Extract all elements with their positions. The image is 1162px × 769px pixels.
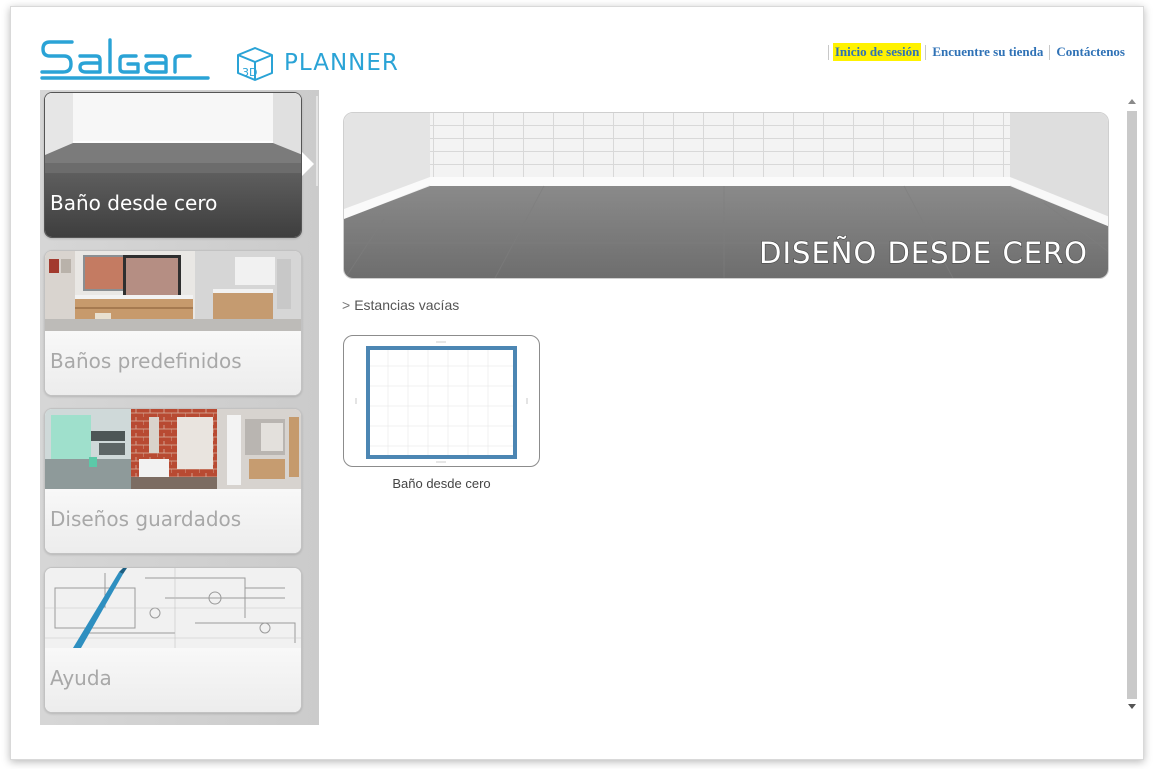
nav-separator [827,44,829,60]
empty-room-tile[interactable] [343,335,540,467]
sidebar: Baño desde cero Baños predefinidos Diseñ… [40,90,319,725]
sidebar-item-banos-predefinidos[interactable]: Baños predefinidos [44,250,302,396]
vertical-scrollbar[interactable] [1124,97,1138,714]
3d-cube-icon: 3D [237,47,273,81]
sidebar-item-label: Baño desde cero [45,173,301,237]
sidebar-item-label: Diseños guardados [45,489,301,553]
salgar-logo-icon [40,38,210,80]
login-link[interactable]: Inicio de sesión [832,43,922,61]
top-navigation: Inicio de sesión Encuentre su tienda Con… [827,43,1131,61]
floor-plan-icon [355,341,528,463]
saved-bathrooms-thumbnail [45,409,301,489]
sidebar-item-disenos-guardados[interactable]: Diseños guardados [44,408,302,554]
cube-text: 3D [242,66,257,79]
sidebar-item-label: Ayuda [45,648,301,712]
breadcrumb-separator: > [342,297,351,313]
sidebar-item-label: Baños predefinidos [45,331,301,395]
banner-title: DISEÑO DESDE CERO [759,235,1088,270]
active-item-pointer [302,152,314,176]
scroll-up-arrow-icon[interactable] [1128,99,1136,104]
find-store-link[interactable]: Encuentre su tienda [926,43,1049,61]
breadcrumb: > Estancias vacías [342,297,459,313]
bathroom-furniture-thumbnail [45,251,301,331]
contact-link[interactable]: Contáctenos [1050,43,1131,61]
empty-room-thumbnail [45,93,301,173]
scroll-down-arrow-icon[interactable] [1128,704,1136,709]
sidebar-item-bano-desde-cero[interactable]: Baño desde cero [44,92,302,238]
hero-banner: DISEÑO DESDE CERO [343,112,1109,279]
sidebar-item-ayuda[interactable]: Ayuda [44,567,302,713]
scroll-thumb[interactable] [1127,111,1137,699]
blueprint-pen-thumbnail [45,568,301,648]
salgar-planner-logo[interactable]: 3D PLANNER [40,36,420,88]
logo-planner-text: PLANNER [284,50,399,76]
tile-caption: Baño desde cero [392,476,491,491]
sidebar-divider [316,96,318,186]
breadcrumb-current: Estancias vacías [354,297,460,313]
